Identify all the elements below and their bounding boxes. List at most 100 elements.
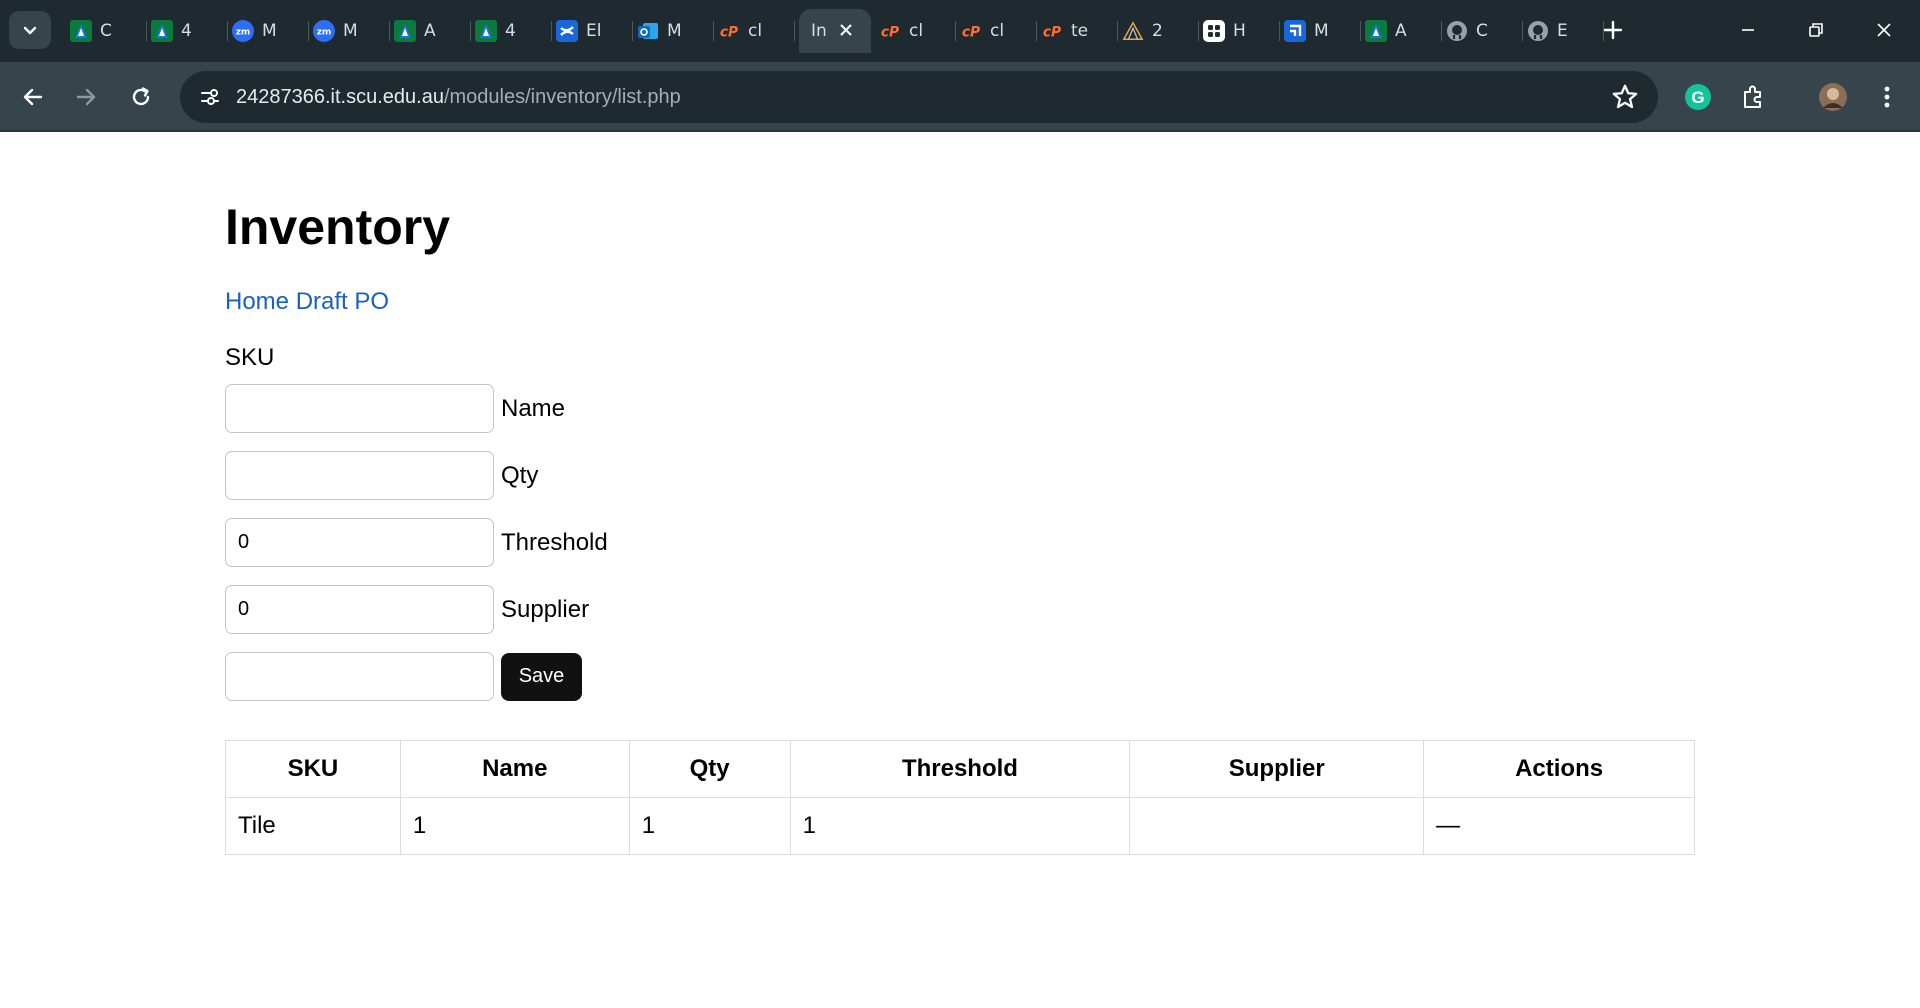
browser-tab[interactable]: 4 [147, 9, 228, 53]
browser-tab[interactable]: In [799, 9, 871, 53]
grammarly-icon[interactable]: G [1681, 80, 1715, 114]
form-row-1: Name [225, 384, 565, 433]
form-row-2: Qty [225, 451, 538, 500]
nav-home-link[interactable]: Home [225, 288, 289, 315]
browser-tab[interactable]: zm M [228, 9, 309, 53]
browser-tab[interactable]: E [1523, 9, 1604, 53]
back-button[interactable] [14, 78, 52, 116]
browser-tab[interactable]: 4 [471, 9, 552, 53]
tab-label: C [1476, 21, 1488, 41]
column-header: SKU [225, 740, 401, 798]
browser-tab[interactable]: A [1361, 9, 1442, 53]
tab-list: C 4 zm Mzm M A 4 El McP cl In cP cl cP cl cP te 2 H M A C E [66, 9, 1604, 53]
github-icon [1527, 20, 1549, 42]
tab-label: 4 [505, 21, 516, 41]
browser-tab[interactable]: M [1280, 9, 1361, 53]
grid-app-icon [1203, 20, 1225, 42]
form-row-4: Supplier [225, 585, 589, 634]
tab-search-button[interactable] [9, 11, 51, 49]
tab-label: A [1395, 21, 1407, 41]
tab-label: te [1071, 21, 1089, 41]
browser-tab[interactable]: cP cl [956, 9, 1037, 53]
atlassian-icon [70, 20, 92, 42]
address-bar[interactable]: 24287366.it.scu.edu.au/modules/inventory… [180, 71, 1658, 123]
url-host: 24287366.it.scu.edu.au [236, 85, 444, 108]
tab-label: cl [748, 21, 763, 41]
column-header: Actions [1423, 740, 1695, 798]
tab-label: A [424, 21, 436, 41]
svg-text:zm: zm [236, 28, 251, 38]
cpanel-icon: cP [718, 20, 740, 42]
sku-input[interactable] [225, 384, 494, 433]
browser-tab[interactable]: 2 [1118, 9, 1199, 53]
tab-label: cl [990, 21, 1005, 41]
confluence-icon [556, 20, 578, 42]
browser-tab[interactable]: zm M [309, 9, 390, 53]
arrow-right-icon [76, 88, 96, 106]
atlassian-icon [475, 20, 497, 42]
tab-label: In [811, 21, 827, 41]
site-info-icon[interactable] [190, 77, 230, 117]
browser-tab[interactable]: cP cl [875, 9, 956, 53]
tab-label: C [100, 21, 112, 41]
url-path: /modules/inventory/list.php [443, 85, 681, 108]
forward-button[interactable] [67, 78, 105, 116]
browser-tab[interactable]: C [66, 9, 147, 53]
tab-label: H [1233, 21, 1246, 41]
reload-button[interactable] [122, 78, 160, 116]
browser-tab[interactable]: A [390, 9, 471, 53]
table-header-row: SKU Name Qty Threshold Supplier Actions [225, 740, 1695, 798]
minimize-button[interactable] [1728, 12, 1768, 48]
table-cell: 1 [789, 797, 1131, 855]
plus-icon [1603, 20, 1623, 40]
browser-tab[interactable]: El [552, 9, 633, 53]
more-menu-icon[interactable] [1870, 80, 1904, 114]
sku-label: SKU [225, 344, 275, 371]
browser-tab[interactable]: C [1442, 9, 1523, 53]
page-title: Inventory [225, 199, 451, 255]
browser-tab[interactable]: cP te [1037, 9, 1118, 53]
svg-text:zm: zm [317, 28, 332, 38]
extensions-icon[interactable] [1736, 80, 1770, 114]
browser-tab[interactable]: H [1199, 9, 1280, 53]
tab-close-icon[interactable] [839, 21, 853, 42]
close-window-button[interactable] [1864, 12, 1904, 48]
save-button[interactable]: Save [501, 652, 582, 701]
outlook-icon [637, 20, 659, 42]
supplier-input[interactable] [225, 652, 494, 701]
browser-tab[interactable]: cP cl [714, 9, 795, 53]
browser-tab[interactable]: M [633, 9, 714, 53]
zoom-icon: zm [232, 20, 254, 42]
cpanel-icon: cP [879, 20, 901, 42]
name-input[interactable] [225, 451, 494, 500]
qty-input[interactable] [225, 518, 494, 567]
nav-draft-po-link[interactable]: Draft PO [296, 288, 389, 315]
profile-avatar[interactable] [1816, 80, 1850, 114]
restore-button[interactable] [1796, 12, 1836, 48]
bookmark-star-icon[interactable] [1610, 82, 1640, 112]
column-header: Threshold [789, 740, 1131, 798]
tab-label: E [1557, 21, 1568, 41]
table-cell: 1 [628, 797, 791, 855]
tent-icon [1122, 20, 1144, 42]
restore-icon [1809, 23, 1823, 37]
threshold-input[interactable] [225, 585, 494, 634]
threshold-label: Threshold [501, 528, 608, 556]
tab-label: M [1314, 21, 1329, 41]
tab-label: cl [909, 21, 924, 41]
column-header: Qty [628, 740, 791, 798]
tab-label: M [343, 21, 358, 41]
svg-text:cP: cP [962, 25, 980, 41]
chevron-down-icon [23, 26, 37, 35]
table-cell: Tile [225, 797, 401, 855]
table-cell: 1 [399, 797, 630, 855]
svg-text:cP: cP [1043, 25, 1061, 41]
tab-strip: C 4 zm Mzm M A 4 El McP cl In cP cl cP cl cP te 2 H M A C E [0, 0, 1920, 62]
name-label: Name [501, 394, 566, 422]
table-row: Tile 1 1 1— [225, 797, 1695, 855]
tab-label: 2 [1152, 21, 1163, 41]
new-tab-button[interactable] [1598, 13, 1628, 49]
cpanel-icon: cP [960, 20, 982, 42]
atlassian-icon [394, 20, 416, 42]
browser-toolbar: 24287366.it.scu.edu.au/modules/inventory… [0, 62, 1920, 132]
